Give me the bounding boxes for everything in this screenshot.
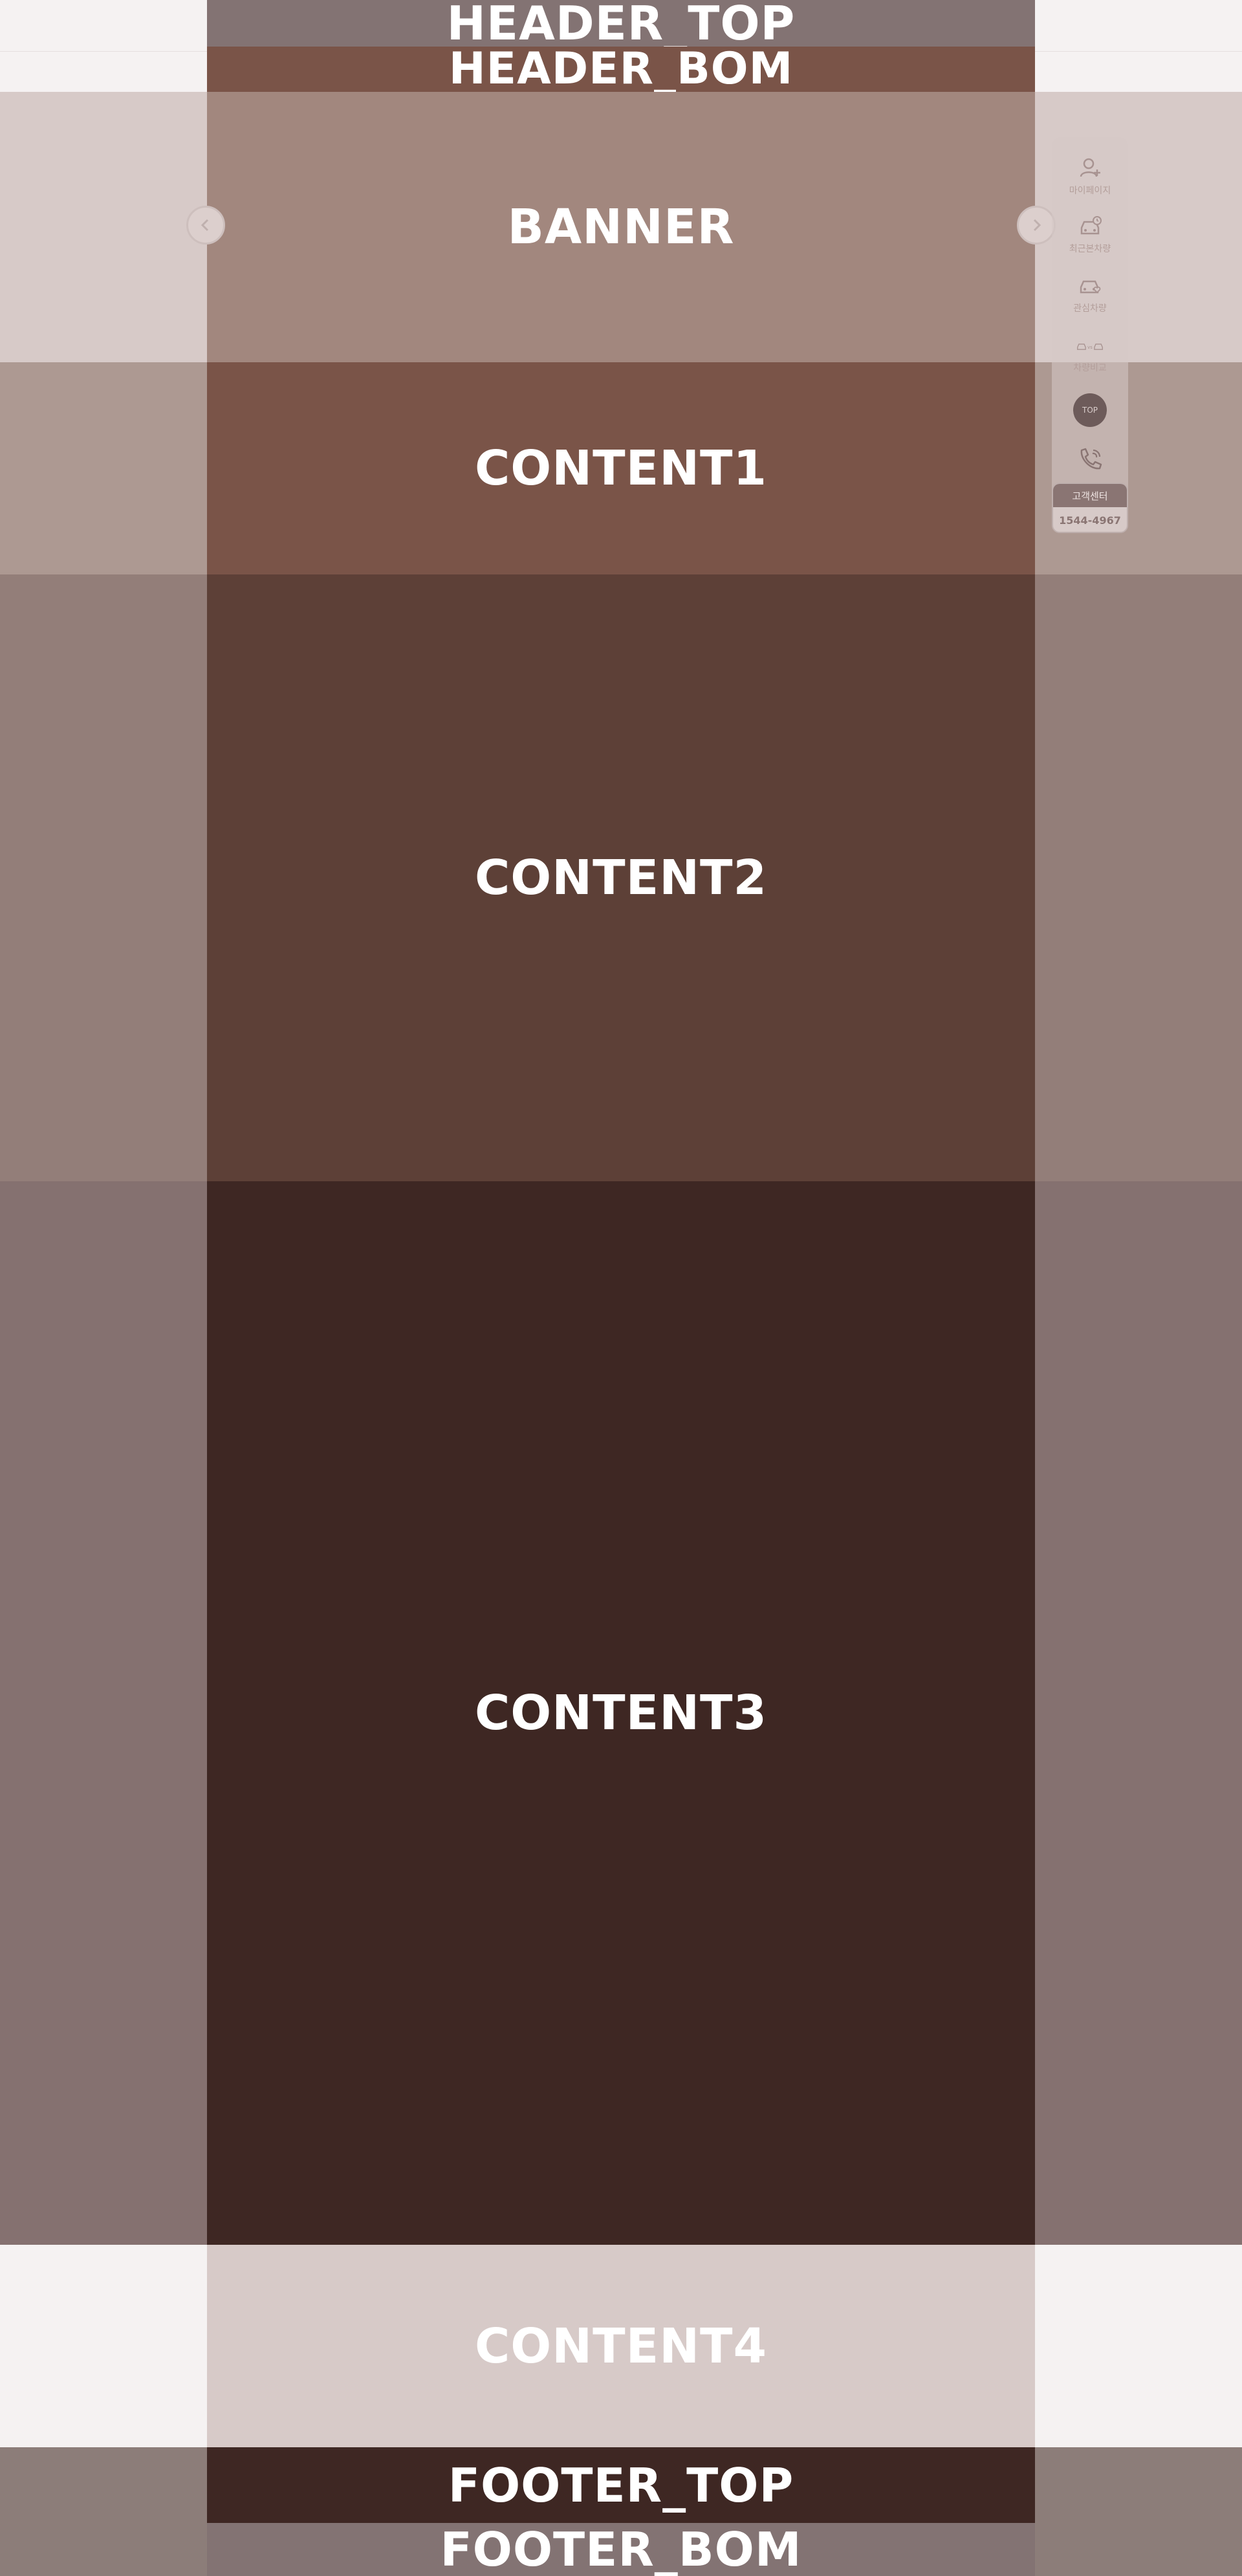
header-bottom-label: HEADER_BOM bbox=[448, 43, 794, 94]
content3: CONTENT3 bbox=[207, 1181, 1035, 2245]
header-top-label: HEADER_TOP bbox=[446, 0, 796, 50]
header-top: HEADER_TOP bbox=[207, 0, 1035, 47]
quick-menu-label: 마이페이지 bbox=[1069, 186, 1111, 196]
car-compare-icon: vs bbox=[1076, 331, 1104, 360]
footer-top: FOOTER_TOP bbox=[207, 2447, 1035, 2523]
quick-menu-mypage[interactable]: 마이페이지 bbox=[1052, 154, 1128, 197]
quick-menu-label: 최근본차량 bbox=[1069, 244, 1111, 254]
top-label: TOP bbox=[1082, 406, 1098, 415]
phone-icon bbox=[1075, 445, 1105, 475]
content1-label: CONTENT1 bbox=[474, 441, 768, 496]
content1: CONTENT1 bbox=[207, 362, 1035, 574]
quick-menu-label: 차량비교 bbox=[1073, 363, 1107, 373]
quick-menu-label: 관심차량 bbox=[1073, 303, 1107, 314]
banner: BANNER bbox=[207, 92, 1035, 362]
svg-text:vs: vs bbox=[1087, 345, 1093, 350]
customer-center-phone: 1544-4967 bbox=[1059, 514, 1121, 527]
content2-label: CONTENT2 bbox=[474, 850, 768, 906]
quick-menu-favorite-cars[interactable]: 관심차량 bbox=[1052, 272, 1128, 314]
content2: CONTENT2 bbox=[207, 574, 1035, 1181]
user-plus-icon bbox=[1076, 154, 1104, 182]
banner-next-button[interactable] bbox=[1017, 206, 1056, 245]
footer-top-label: FOOTER_TOP bbox=[448, 2458, 794, 2513]
content4-label: CONTENT4 bbox=[474, 2318, 768, 2374]
car-recent-icon bbox=[1076, 212, 1104, 241]
content4: CONTENT4 bbox=[207, 2245, 1035, 2447]
customer-center-title: 고객센터 bbox=[1053, 484, 1127, 507]
banner-label: BANNER bbox=[507, 199, 735, 255]
quick-menu-compare-cars[interactable]: vs 차량비교 bbox=[1052, 331, 1128, 374]
footer-bottom-label: FOOTER_BOM bbox=[440, 2522, 802, 2576]
chevron-right-icon bbox=[1033, 219, 1041, 232]
quick-menu: 마이페이지 최근본차량 관심차량 vs 차량비교 TOP 고객센터 1544-4… bbox=[1052, 137, 1128, 533]
content3-label: CONTENT3 bbox=[474, 1685, 768, 1741]
header-bottom: HEADER_BOM bbox=[207, 47, 1035, 92]
customer-center-box[interactable]: 고객센터 1544-4967 bbox=[1052, 483, 1128, 533]
scroll-top-button[interactable]: TOP bbox=[1073, 393, 1107, 427]
banner-prev-button[interactable] bbox=[186, 206, 225, 245]
footer-bottom: FOOTER_BOM bbox=[207, 2522, 1035, 2576]
chevron-left-icon bbox=[201, 219, 209, 232]
quick-menu-recent-cars[interactable]: 최근본차량 bbox=[1052, 212, 1128, 255]
car-heart-icon bbox=[1076, 272, 1104, 300]
